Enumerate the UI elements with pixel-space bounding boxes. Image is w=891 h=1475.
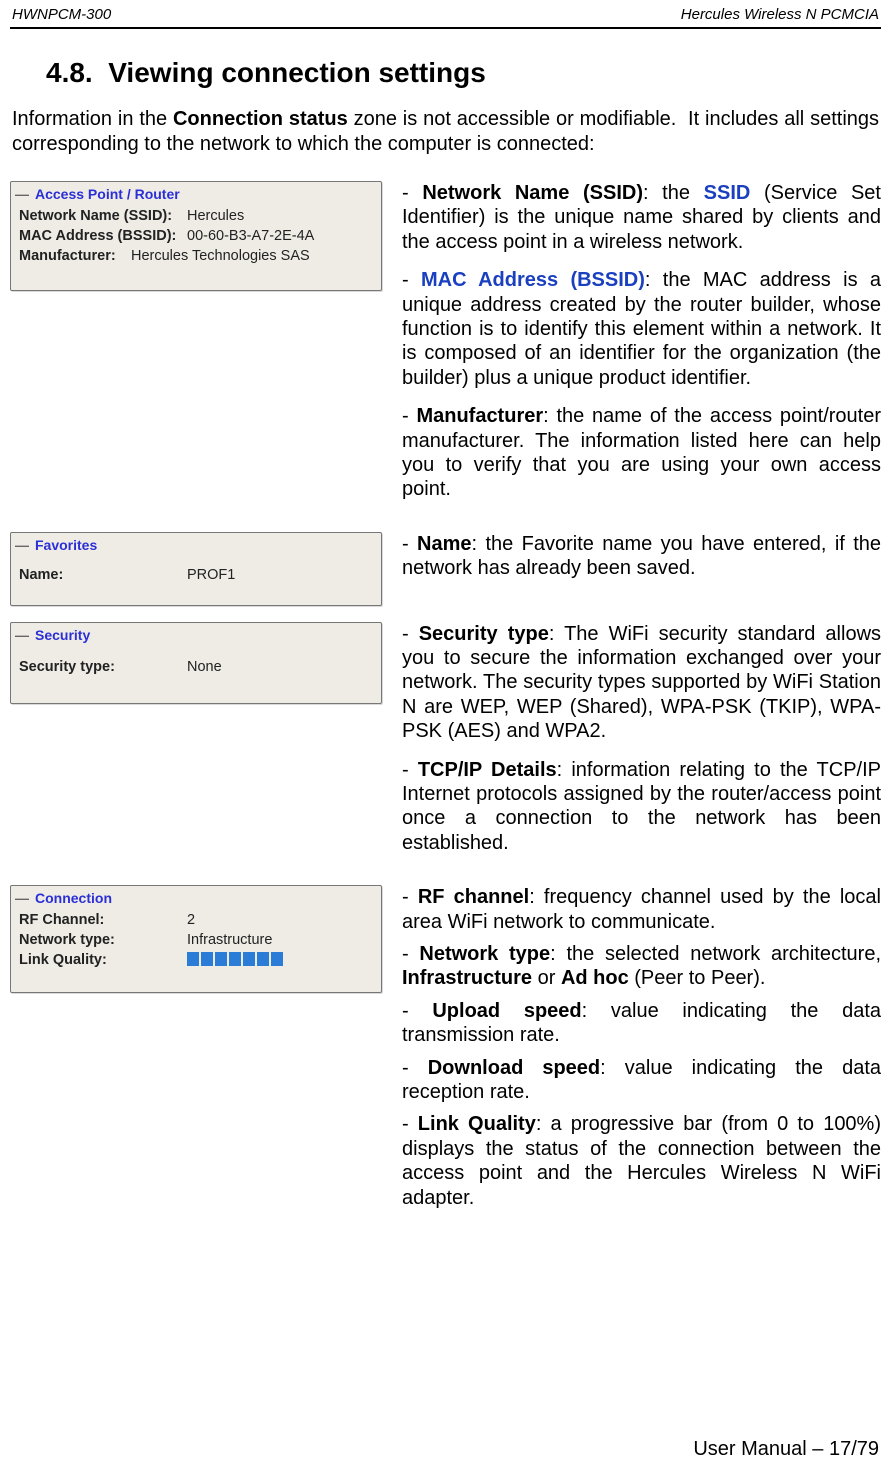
- value-link: [187, 952, 373, 970]
- term-tcpip: TCP/IP Details: [418, 759, 557, 781]
- term-adhoc: Ad hoc: [561, 967, 629, 989]
- text-nettype-b: (Peer to Peer).: [629, 967, 766, 989]
- page-header: HWNPCM-300 Hercules Wireless N PCMCIA: [10, 6, 881, 25]
- label-nettype: Network type:: [19, 932, 187, 948]
- panel-access-point: Access Point / Router Network Name (SSID…: [10, 181, 382, 291]
- row-connection: Connection RF Channel: 2 Network type: I…: [10, 885, 881, 1224]
- term-nettype: Network type: [419, 943, 550, 965]
- term-security-type: Security type: [419, 623, 549, 645]
- panel-row-security-type: Security type: None: [17, 657, 375, 677]
- value-bssid: 00-60-B3-A7-2E-4A: [187, 228, 373, 244]
- signal-bar: [187, 952, 283, 966]
- section-name: Viewing connection settings: [108, 57, 486, 88]
- desc-link: - Link Quality: a progressive bar (from …: [402, 1112, 881, 1210]
- term-link: Link Quality: [418, 1113, 536, 1135]
- panel-row-name: Name: PROF1: [17, 565, 375, 585]
- desc-security-type: - Security type: The WiFi security stand…: [402, 622, 881, 744]
- label-link: Link Quality:: [19, 952, 187, 970]
- term-upload: Upload speed: [432, 1000, 581, 1022]
- desc-nettype: - Network type: the selected network arc…: [402, 942, 881, 991]
- term-download: Download speed: [428, 1057, 600, 1079]
- value-ssid: Hercules: [187, 208, 373, 224]
- desc-manufacturer: - Manufacturer: the name of the access p…: [402, 404, 881, 502]
- desc-upload: - Upload speed: value indicating the dat…: [402, 999, 881, 1048]
- row-favorites: Favorites Name: PROF1 - Name: the Favori…: [10, 532, 881, 606]
- term-ssid: Network Name (SSID): [422, 182, 643, 204]
- intro-bold: Connection status: [173, 108, 348, 130]
- header-right: Hercules Wireless N PCMCIA: [681, 6, 879, 23]
- section-title: 4.8. Viewing connection settings: [46, 57, 881, 89]
- label-name: Name:: [19, 567, 187, 583]
- value-nettype: Infrastructure: [187, 932, 373, 948]
- label-rf: RF Channel:: [19, 912, 187, 928]
- panel-legend-connection: Connection: [31, 890, 116, 906]
- label-ssid: Network Name (SSID):: [19, 208, 187, 224]
- panel-connection: Connection RF Channel: 2 Network type: I…: [10, 885, 382, 993]
- label-security-type: Security type:: [19, 659, 187, 675]
- header-rule: [10, 27, 881, 29]
- desc-tcpip: - TCP/IP Details: information relating t…: [402, 758, 881, 856]
- value-name: PROF1: [187, 567, 373, 583]
- panel-legend-security: Security: [31, 627, 94, 643]
- value-security-type: None: [187, 659, 373, 675]
- text-nettype-a: : the selected network architecture,: [550, 943, 881, 965]
- text-name: : the Favorite name you have entered, if…: [402, 533, 881, 579]
- text-or: or: [532, 967, 561, 989]
- panel-row-ssid: Network Name (SSID): Hercules: [17, 206, 375, 226]
- panel-legend-fav: Favorites: [31, 537, 101, 553]
- desc-connection: - RF channel: frequency channel used by …: [402, 885, 881, 1224]
- desc-security: - Security type: The WiFi security stand…: [402, 622, 881, 870]
- row-access-point: Access Point / Router Network Name (SSID…: [10, 181, 881, 516]
- link-ssid[interactable]: SSID: [704, 182, 751, 204]
- term-manufacturer: Manufacturer: [416, 405, 543, 427]
- desc-rf: - RF channel: frequency channel used by …: [402, 885, 881, 934]
- panel-row-nettype: Network type: Infrastructure: [17, 930, 375, 950]
- desc-access-point: - Network Name (SSID): the SSID (Service…: [402, 181, 881, 516]
- panel-row-bssid: MAC Address (BSSID): 00-60-B3-A7-2E-4A: [17, 226, 375, 246]
- panel-row-rf: RF Channel: 2: [17, 910, 375, 930]
- header-left: HWNPCM-300: [12, 6, 111, 23]
- label-bssid: MAC Address (BSSID):: [19, 228, 187, 244]
- section-number: 4.8.: [46, 57, 93, 88]
- panel-security: Security Security type: None: [10, 622, 382, 704]
- desc-ssid: - Network Name (SSID): the SSID (Service…: [402, 181, 881, 254]
- term-rf: RF channel: [418, 886, 529, 908]
- value-rf: 2: [187, 912, 373, 928]
- term-infrastructure: Infrastructure: [402, 967, 532, 989]
- term-bssid[interactable]: MAC Address (BSSID): [421, 269, 645, 291]
- page: HWNPCM-300 Hercules Wireless N PCMCIA 4.…: [0, 0, 891, 1475]
- desc-favorites: - Name: the Favorite name you have enter…: [402, 532, 881, 595]
- row-security: Security Security type: None - Security …: [10, 622, 881, 870]
- label-manufacturer: Manufacturer:: [19, 248, 131, 264]
- desc-download: - Download speed: value indicating the d…: [402, 1056, 881, 1105]
- panel-row-manufacturer: Manufacturer: Hercules Technologies SAS: [17, 246, 375, 266]
- panel-legend-ap: Access Point / Router: [31, 186, 184, 202]
- value-manufacturer: Hercules Technologies SAS: [131, 248, 373, 264]
- panel-row-link: Link Quality:: [17, 950, 375, 972]
- intro-paragraph: Information in the Connection status zon…: [12, 107, 879, 157]
- desc-bssid: - MAC Address (BSSID): the MAC address i…: [402, 268, 881, 390]
- panel-favorites: Favorites Name: PROF1: [10, 532, 382, 606]
- page-footer: User Manual – 17/79: [693, 1438, 879, 1461]
- term-name: Name: [417, 533, 471, 555]
- desc-name: - Name: the Favorite name you have enter…: [402, 532, 881, 581]
